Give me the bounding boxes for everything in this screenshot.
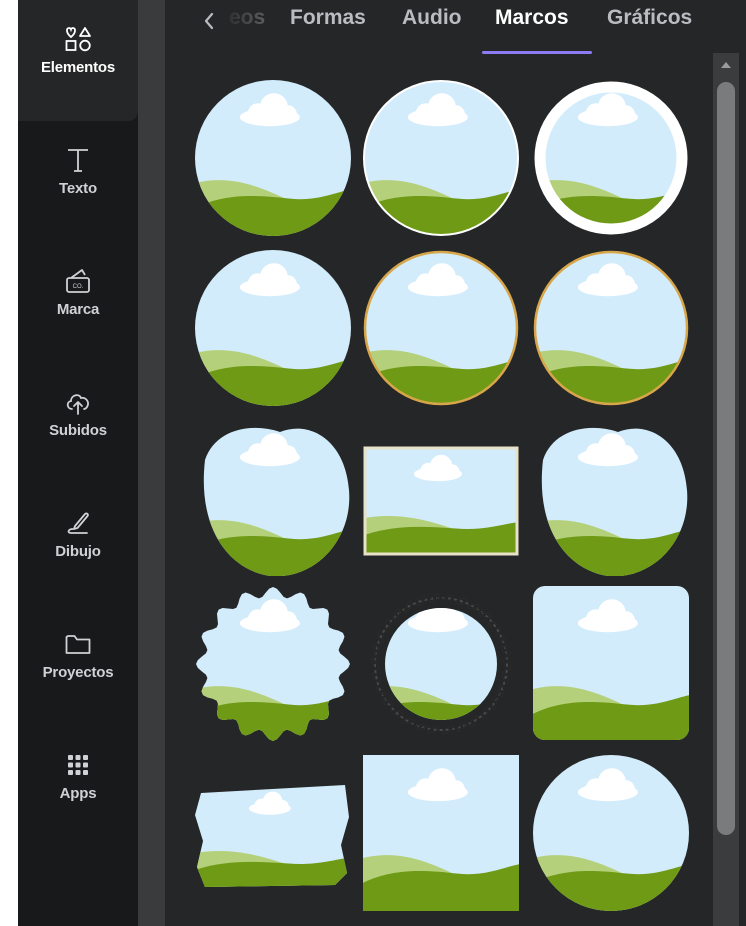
frame-rectangle-border[interactable]: [363, 420, 519, 576]
tab-formas[interactable]: Formas: [290, 6, 366, 30]
tab-audio[interactable]: Audio: [402, 6, 461, 30]
scrollbar-thumb[interactable]: [717, 82, 735, 835]
tab-videos[interactable]: eos: [229, 6, 265, 30]
sidebar-item-elementos[interactable]: Elementos: [18, 0, 138, 121]
frame-brush-stroke[interactable]: [195, 755, 351, 911]
frame-rounded-square[interactable]: [533, 586, 689, 742]
sidebar-item-label: Dibujo: [55, 543, 101, 560]
sidebar-item-label: Elementos: [40, 59, 116, 76]
sidebar-item-dibujo[interactable]: Dibujo: [18, 484, 138, 605]
tab-marcos[interactable]: Marcos: [495, 6, 569, 30]
shapes-icon: [65, 27, 91, 52]
frame-blob[interactable]: [195, 420, 351, 576]
sidebar-item-label: Apps: [59, 785, 97, 802]
frame-circle-gold-border[interactable]: [533, 250, 689, 406]
sidebar-item-marca[interactable]: CO. Marca: [18, 242, 138, 363]
chevron-left-icon[interactable]: [201, 10, 217, 32]
sidebar-item-apps[interactable]: Apps: [18, 726, 138, 847]
panel-divider: [138, 0, 165, 926]
draw-icon: [67, 512, 89, 534]
sidebar-item-proyectos[interactable]: Proyectos: [18, 605, 138, 726]
active-tab-indicator: [482, 51, 592, 54]
frame-circle-thin-border[interactable]: [363, 80, 519, 236]
folder-icon: [65, 635, 91, 654]
frame-circle[interactable]: [195, 80, 351, 236]
sidebar-item-label: Marca: [56, 301, 100, 318]
svg-text:CO.: CO.: [73, 284, 84, 290]
cloud-upload-icon: [66, 394, 89, 415]
frame-square[interactable]: [363, 755, 519, 911]
frame-circle-gold-border[interactable]: [363, 250, 519, 406]
frame-scalloped[interactable]: [195, 586, 351, 742]
sidebar-item-label: Proyectos: [42, 664, 114, 681]
frame-circle-white-ring[interactable]: [533, 80, 689, 236]
sidebar-item-label: Texto: [59, 180, 97, 197]
category-tabs: eos Formas Audio Marcos Gráficos: [165, 0, 725, 60]
tab-graficos[interactable]: Gráficos: [607, 6, 692, 30]
sidebar-item-subidos[interactable]: Subidos: [18, 363, 138, 484]
frame-floral-wreath[interactable]: [363, 586, 519, 742]
frame-blob[interactable]: [533, 420, 689, 576]
sidebar: Elementos Texto CO. Marca Subidos Dibujo: [18, 0, 138, 926]
frame-circle[interactable]: [195, 250, 351, 406]
frame-circle[interactable]: [533, 755, 689, 911]
sidebar-item-texto[interactable]: Texto: [18, 121, 138, 242]
sidebar-item-label: Subidos: [49, 422, 107, 439]
text-icon: [68, 149, 88, 172]
apps-grid-icon: [68, 755, 88, 775]
scroll-up-arrow-icon[interactable]: [717, 58, 735, 72]
frames-panel: eos Formas Audio Marcos Gráficos: [165, 0, 746, 926]
brand-kit-icon: CO.: [66, 269, 90, 293]
